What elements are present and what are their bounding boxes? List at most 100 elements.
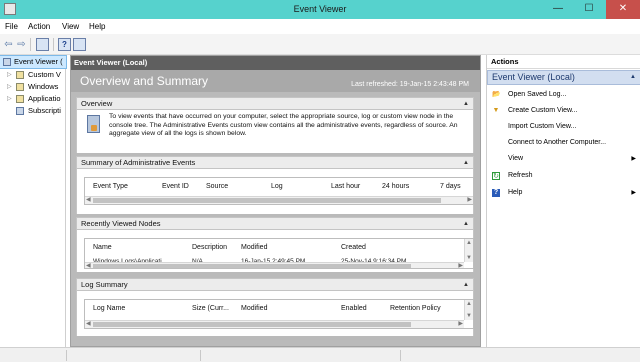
action-label: Connect to Another Computer...: [508, 139, 607, 146]
forward-arrow-icon[interactable]: ⇨: [16, 38, 27, 51]
maximize-button[interactable]: ☐: [576, 0, 602, 19]
status-bar: [0, 347, 640, 362]
column-header[interactable]: Event ID: [162, 183, 189, 190]
section-log-summary-header[interactable]: Log Summary ▲: [76, 278, 474, 291]
column-header[interactable]: Description: [192, 244, 227, 251]
collapse-icon[interactable]: ▲: [463, 98, 469, 110]
scroll-up-icon[interactable]: ▲: [466, 301, 472, 307]
scroll-thumb[interactable]: [93, 322, 411, 327]
column-header[interactable]: Source: [206, 183, 228, 190]
collapse-icon[interactable]: ▲: [463, 157, 469, 169]
section-title: Recently Viewed Nodes: [81, 219, 161, 228]
help-icon[interactable]: ?: [58, 38, 71, 51]
log-summary-table[interactable]: Log Name Size (Curr... Modified Enabled …: [84, 299, 474, 329]
column-header[interactable]: Size (Curr...: [192, 305, 229, 312]
tree-item-label: Applicatio: [28, 94, 61, 103]
title-bar: Event Viewer — ☐ ✕: [0, 0, 640, 19]
column-header[interactable]: Log: [271, 183, 283, 190]
action-connect-to-another-computer[interactable]: Connect to Another Computer...: [487, 136, 640, 150]
section-title: Log Summary: [81, 280, 128, 289]
action-import-custom-view[interactable]: Import Custom View...: [487, 120, 640, 134]
column-header[interactable]: Retention Policy: [390, 305, 441, 312]
column-header[interactable]: Last hour: [331, 183, 360, 190]
recent-nodes-table[interactable]: Name Description Modified Created Window…: [84, 238, 474, 269]
folder-icon: [16, 95, 24, 103]
scroll-left-icon[interactable]: ◀: [86, 262, 91, 268]
expand-arrow-icon[interactable]: ▷: [7, 93, 13, 105]
column-header[interactable]: Name: [93, 244, 112, 251]
column-header[interactable]: Enabled: [341, 305, 367, 312]
action-view[interactable]: View ▶: [487, 152, 640, 166]
scroll-down-icon[interactable]: ▼: [466, 255, 472, 261]
menu-file[interactable]: File: [5, 22, 18, 31]
event-viewer-icon: [3, 58, 11, 66]
tree-item-label: Custom V: [28, 70, 61, 79]
column-header[interactable]: Created: [341, 244, 366, 251]
folder-icon: [16, 71, 24, 79]
action-open-saved-log[interactable]: 📂 Open Saved Log...: [487, 88, 640, 102]
collapse-icon[interactable]: ▲: [630, 71, 636, 84]
action-help[interactable]: ? Help ▶: [487, 186, 640, 200]
action-refresh[interactable]: ↻ Refresh: [487, 169, 640, 183]
section-title: Summary of Administrative Events: [81, 158, 196, 167]
scroll-left-icon[interactable]: ◀: [86, 196, 91, 203]
column-header[interactable]: 7 days: [440, 183, 461, 190]
scroll-thumb[interactable]: [93, 264, 411, 268]
show-hide-console-tree-icon[interactable]: [36, 38, 49, 51]
menu-action[interactable]: Action: [28, 22, 50, 31]
admin-events-table[interactable]: Event Type Event ID Source Log Last hour…: [84, 177, 474, 205]
help-icon: ?: [492, 189, 500, 197]
back-arrow-icon[interactable]: ⇦: [3, 38, 14, 51]
column-header[interactable]: Log Name: [93, 305, 125, 312]
action-label: Refresh: [508, 172, 533, 179]
scroll-right-icon[interactable]: ▶: [458, 320, 463, 327]
minimize-button[interactable]: —: [545, 0, 571, 19]
collapse-icon[interactable]: ▲: [463, 279, 469, 291]
tree-item-windows-logs[interactable]: ▷ Windows: [0, 81, 66, 93]
refresh-icon: ↻: [492, 172, 500, 180]
collapse-icon[interactable]: ▲: [463, 218, 469, 230]
tree-item-event-viewer-local[interactable]: Event Viewer (: [0, 55, 67, 69]
event-log-icon: [87, 115, 100, 133]
expand-arrow-icon[interactable]: ▷: [7, 81, 13, 93]
status-divider: [400, 350, 401, 361]
tree-item-custom-views[interactable]: ▷ Custom V: [0, 69, 66, 81]
toolbar: ⇦ ⇨ ?: [0, 34, 640, 55]
scroll-up-icon[interactable]: ▲: [466, 240, 472, 246]
menu-view[interactable]: View: [62, 22, 79, 31]
menu-help[interactable]: Help: [89, 22, 105, 31]
column-header[interactable]: Event Type: [93, 183, 128, 190]
horizontal-scrollbar[interactable]: ◀ ▶: [85, 320, 464, 328]
scroll-left-icon[interactable]: ◀: [86, 320, 91, 327]
section-admin-events-header[interactable]: Summary of Administrative Events ▲: [76, 156, 474, 169]
properties-icon[interactable]: [73, 38, 86, 51]
vertical-scrollbar[interactable]: ▲ ▼: [464, 300, 473, 320]
horizontal-scrollbar[interactable]: ◀ ▶: [85, 262, 464, 268]
overview-body: To view events that have occurred on you…: [76, 110, 474, 153]
tree-item-subscriptions[interactable]: Subscripti: [0, 105, 66, 117]
scroll-down-icon[interactable]: ▼: [466, 313, 472, 319]
scroll-right-icon[interactable]: ▶: [458, 262, 463, 268]
close-button[interactable]: ✕: [606, 0, 640, 19]
column-header[interactable]: 24 hours: [382, 183, 409, 190]
scroll-thumb[interactable]: [93, 198, 441, 203]
column-header[interactable]: Modified: [241, 305, 267, 312]
folder-icon: [16, 83, 24, 91]
scroll-right-icon[interactable]: ▶: [467, 196, 472, 203]
actions-group-header[interactable]: Event Viewer (Local) ▲: [487, 70, 640, 85]
horizontal-scrollbar[interactable]: ◀ ▶: [85, 196, 473, 204]
log-summary-body: Log Name Size (Curr... Modified Enabled …: [76, 291, 474, 336]
tree-item-label: Event Viewer (: [14, 57, 63, 66]
tree-item-applications-services[interactable]: ▷ Applicatio: [0, 93, 66, 105]
section-overview-header[interactable]: Overview ▲: [76, 97, 474, 110]
column-header[interactable]: Modified: [241, 244, 267, 251]
section-recent-nodes-header[interactable]: Recently Viewed Nodes ▲: [76, 217, 474, 230]
folder-icon: 📂: [492, 91, 501, 98]
expand-arrow-icon[interactable]: ▷: [7, 69, 13, 81]
vertical-scrollbar[interactable]: ▲ ▼: [464, 239, 473, 262]
page-title: Overview and Summary: [80, 74, 209, 88]
actions-title: Actions: [487, 55, 640, 69]
filter-icon: ▼: [492, 107, 500, 114]
action-create-custom-view[interactable]: ▼ Create Custom View...: [487, 104, 640, 118]
last-refreshed: Last refreshed: 19-Jan-15 2:43:48 PM: [351, 81, 469, 88]
